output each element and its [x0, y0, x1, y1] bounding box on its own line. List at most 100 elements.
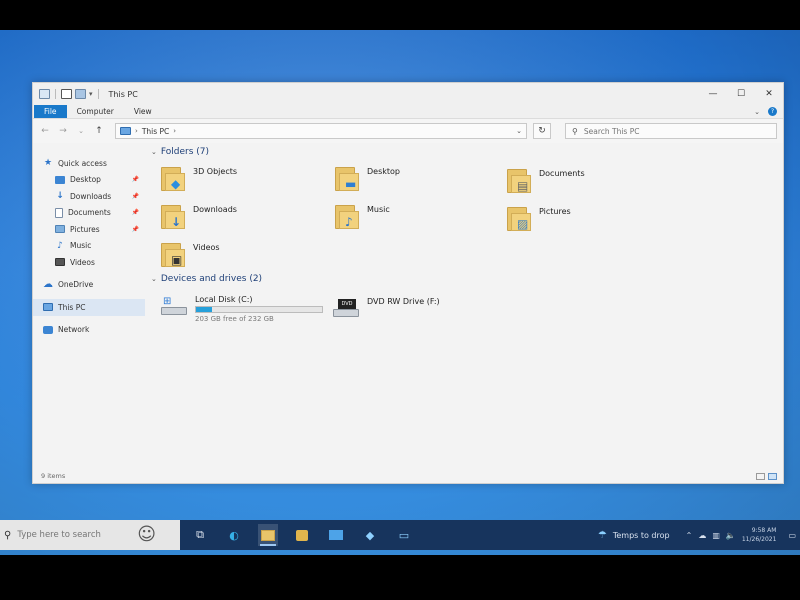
close-button[interactable]: ✕: [755, 83, 783, 105]
sidebar-item-label: Downloads: [70, 191, 112, 201]
drive-label: DVD RW Drive (F:): [367, 297, 440, 306]
sidebar-item-label: Music: [70, 241, 92, 251]
sidebar-item-documents[interactable]: Documents 📌: [33, 205, 145, 222]
breadcrumb-this-pc[interactable]: This PC: [142, 127, 169, 136]
sidebar-item-downloads[interactable]: ↓ Downloads 📌: [33, 188, 145, 205]
documents-icon: [55, 207, 63, 218]
folder-videos[interactable]: ▣ Videos: [161, 241, 331, 277]
tab-computer[interactable]: Computer: [67, 105, 124, 118]
folder-label: Videos: [193, 243, 220, 252]
weather-icon[interactable]: ☂: [598, 530, 607, 541]
sidebar-item-desktop[interactable]: Desktop 📌: [33, 172, 145, 189]
notifications-icon[interactable]: ▭: [788, 531, 796, 540]
this-pc-icon: [39, 89, 50, 99]
window-title: This PC: [108, 89, 138, 99]
sidebar-item-label: Pictures: [70, 224, 100, 234]
folder-label: Downloads: [193, 205, 237, 214]
recent-locations-chevron-icon[interactable]: ⌄: [75, 127, 87, 135]
folder-label: Pictures: [539, 207, 571, 216]
customize-toolbar-chevron-icon[interactable]: ▾: [89, 90, 93, 98]
sidebar-item-quick-access[interactable]: ★ Quick access: [33, 155, 145, 172]
properties-icon[interactable]: [61, 89, 72, 99]
folder-label: Desktop: [367, 167, 400, 176]
videos-folder-icon: ▣: [161, 241, 187, 269]
refresh-button[interactable]: ↻: [533, 123, 551, 139]
folder-music[interactable]: ♪ Music: [335, 203, 505, 239]
folder-label: Documents: [539, 169, 585, 178]
folder-documents[interactable]: ▤ Documents: [507, 167, 677, 203]
edge-browser-icon[interactable]: ◐: [224, 524, 244, 546]
status-bar: 9 items: [33, 469, 783, 483]
file-explorer-taskbar-button[interactable]: [258, 524, 278, 546]
folder-3d-objects[interactable]: ◆ 3D Objects: [161, 165, 331, 201]
search-icon: ⚲: [572, 126, 578, 136]
sidebar-item-music[interactable]: ♪ Music: [33, 238, 145, 255]
sidebar-item-this-pc[interactable]: This PC: [33, 299, 145, 316]
search-input[interactable]: [583, 126, 704, 136]
folder-pictures[interactable]: ▨ Pictures: [507, 205, 677, 241]
expand-ribbon-chevron-icon[interactable]: ⌄: [754, 108, 760, 116]
address-dropdown-icon[interactable]: ⌄: [512, 127, 526, 135]
collapse-chevron-icon[interactable]: ⌄: [151, 148, 157, 156]
store-taskbar-button[interactable]: [292, 524, 312, 546]
3d-objects-icon: ◆: [161, 165, 187, 193]
folder-icon: [261, 529, 275, 541]
forward-arrow-icon[interactable]: →: [57, 126, 69, 136]
item-count: 9 items: [41, 472, 66, 480]
show-hidden-icons-icon[interactable]: ⌃: [686, 531, 693, 540]
sidebar-item-network[interactable]: Network: [33, 322, 145, 339]
pin-icon: 📌: [131, 176, 139, 184]
group-title: Folders (7): [160, 147, 209, 157]
desktop-screen: ▾ This PC — ☐ ✕ File Computer View ⌄ ? ←…: [0, 30, 800, 555]
dvd-drive-icon: DVD: [333, 297, 361, 321]
sidebar-item-label: Quick access: [58, 158, 107, 168]
maximize-button[interactable]: ☐: [727, 83, 755, 105]
music-folder-icon: ♪: [335, 203, 361, 231]
volume-icon[interactable]: 🔈: [726, 531, 736, 540]
tab-view[interactable]: View: [124, 105, 162, 118]
weather-text[interactable]: Temps to drop: [613, 531, 670, 540]
clock[interactable]: 9:58 AM 11/26/2021: [742, 526, 779, 544]
network-icon[interactable]: ▥: [712, 531, 720, 540]
sidebar-item-label: Network: [58, 325, 90, 335]
help-icon[interactable]: ?: [768, 107, 777, 116]
clock-time: 9:58 AM: [751, 527, 777, 534]
pin-icon: 📌: [131, 192, 139, 200]
taskbar: ⚲ ☺ ⧉ ◐ ◆ ▭ ☂ Temps to drop ⌃ ☁ ▥ 🔈 9:58…: [0, 520, 800, 550]
tab-file[interactable]: File: [34, 105, 67, 118]
taskbar-search[interactable]: ⚲ ☺: [0, 520, 180, 550]
taskbar-search-input[interactable]: [17, 530, 128, 540]
search-highlight-icon[interactable]: ☺: [137, 524, 156, 545]
system-tray: ☂ Temps to drop ⌃ ☁ ▥ 🔈 9:58 AM 11/26/20…: [598, 526, 800, 544]
breadcrumb-separator-icon[interactable]: ›: [135, 127, 138, 135]
new-folder-icon[interactable]: [75, 89, 86, 99]
app-icon[interactable]: ◆: [360, 524, 380, 546]
drive-dvd-rw-f[interactable]: DVD DVD RW Drive (F:): [333, 297, 440, 321]
details-view-icon[interactable]: [756, 472, 765, 480]
sidebar-item-label: Videos: [70, 257, 95, 267]
view-switcher: [756, 472, 783, 480]
up-arrow-icon[interactable]: ↑: [93, 126, 105, 136]
hard-drive-icon: ⊞: [161, 295, 189, 319]
minimize-button[interactable]: —: [699, 83, 727, 105]
folder-desktop[interactable]: ▬ Desktop: [335, 165, 505, 201]
breadcrumb-separator-icon[interactable]: ›: [173, 127, 176, 135]
onedrive-tray-icon[interactable]: ☁: [698, 531, 706, 540]
app-icon[interactable]: ▭: [394, 524, 414, 546]
this-pc-icon: [43, 303, 53, 312]
large-icons-view-icon[interactable]: [768, 472, 777, 480]
drives-group-header[interactable]: ⌄ Devices and drives (2): [151, 274, 262, 284]
collapse-chevron-icon[interactable]: ⌄: [151, 275, 157, 283]
address-bar[interactable]: › This PC › ⌄: [115, 123, 527, 139]
sidebar-item-onedrive[interactable]: ☁ OneDrive: [33, 277, 145, 294]
folder-downloads[interactable]: ↓ Downloads: [161, 203, 331, 239]
drive-local-disk-c[interactable]: ⊞ Local Disk (C:) 203 GB free of 232 GB: [161, 295, 323, 323]
sidebar-item-videos[interactable]: Videos: [33, 254, 145, 271]
folders-group-header[interactable]: ⌄ Folders (7): [151, 147, 209, 157]
sidebar-item-pictures[interactable]: Pictures 📌: [33, 221, 145, 238]
search-box[interactable]: ⚲: [565, 123, 777, 139]
mail-taskbar-button[interactable]: [326, 524, 346, 546]
task-view-icon[interactable]: ⧉: [190, 524, 210, 546]
back-arrow-icon[interactable]: ←: [39, 126, 51, 136]
downloads-icon: ↓: [56, 191, 64, 202]
